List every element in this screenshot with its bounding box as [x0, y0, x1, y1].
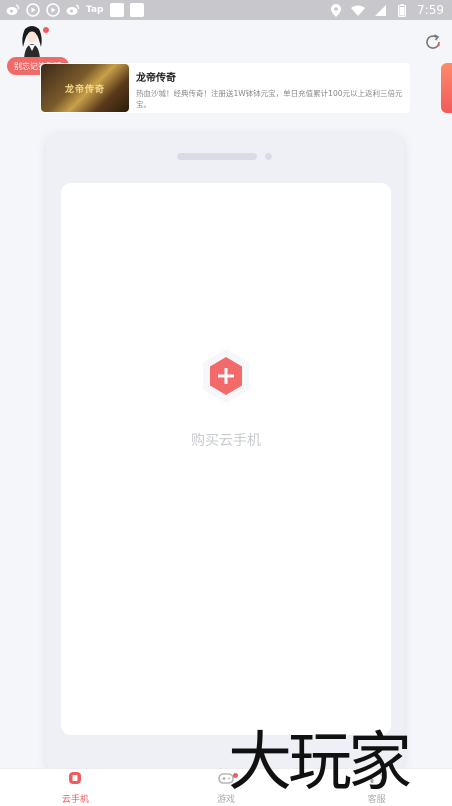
buy-cloud-phone-label[interactable]: 购买云手机 [61, 430, 391, 450]
cloud-phone-icon [67, 770, 83, 790]
weibo-icon [6, 3, 20, 17]
notification-square-icon [129, 3, 144, 17]
phone-screen[interactable]: 购买云手机 [61, 183, 391, 735]
weibo-icon [66, 3, 80, 17]
signal-icon [373, 3, 387, 17]
side-promo-tab[interactable] [441, 63, 452, 113]
cloud-phone-frame: 购买云手机 [46, 133, 404, 773]
game-banner-image: 龙帝传奇 [41, 64, 129, 112]
location-icon [329, 3, 343, 17]
tap-label: Tap [86, 5, 104, 15]
play-icon [26, 3, 40, 17]
game-banner[interactable]: 龙帝传奇 龙帝传奇 热血沙城！经典传奇！注册送1W钵钵元宝，单日充值累计100元… [40, 63, 410, 113]
game-banner-image-text: 龙帝传奇 [64, 84, 105, 95]
battery-icon [395, 3, 409, 17]
clock: 7:59 [417, 3, 444, 17]
add-cloud-phone-button[interactable] [201, 348, 251, 404]
nav-label-cloud-phone: 云手机 [61, 795, 89, 805]
wifi-icon [351, 3, 366, 17]
play-icon [46, 3, 60, 17]
game-title: 龙帝传奇 [136, 73, 176, 84]
status-bar: Tap 7:59 [0, 0, 452, 20]
game-description: 热血沙城！经典传奇！注册送1W钵钵元宝，单日充值累计100元以上返利三倍元宝。 [136, 89, 403, 109]
notification-dot [43, 27, 49, 33]
phone-camera [265, 153, 272, 160]
notification-square-icon [109, 3, 124, 17]
watermark-logo: 大玩家 [228, 726, 412, 800]
refresh-icon[interactable] [424, 33, 442, 51]
nav-item-cloud-phone[interactable]: 云手机 [0, 769, 151, 806]
phone-speaker [177, 153, 257, 160]
